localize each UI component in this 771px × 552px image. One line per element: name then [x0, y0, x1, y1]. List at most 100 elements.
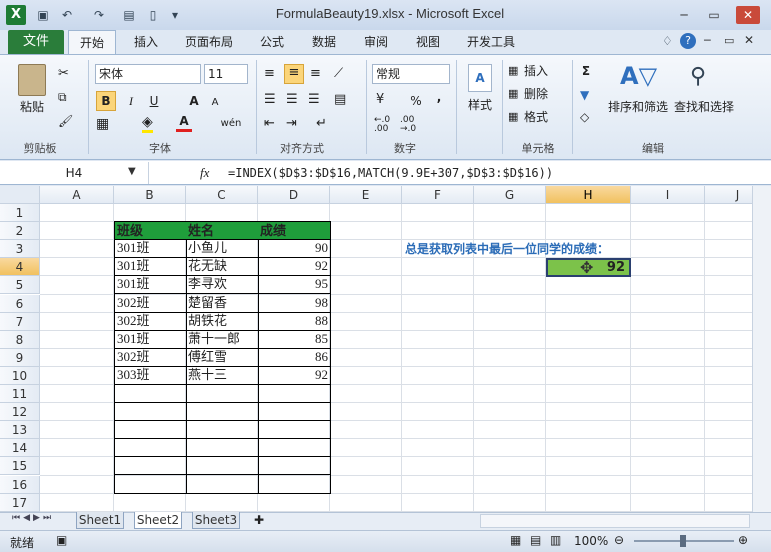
align-bottom-icon[interactable]: ≡	[310, 66, 321, 81]
binoculars-icon[interactable]: ⚲	[690, 64, 706, 89]
cut-icon[interactable]: ✂	[58, 66, 69, 81]
table-cell[interactable]: 92	[258, 257, 331, 277]
delete-button[interactable]: 删除	[524, 85, 554, 103]
row-header-12[interactable]: 12	[0, 403, 40, 422]
row-header-9[interactable]: 9	[0, 348, 40, 367]
ribbon-minimize-icon[interactable]: ♢	[662, 34, 673, 48]
table-cell[interactable]: 303班	[114, 365, 187, 385]
row-header-5[interactable]: 5	[0, 276, 40, 295]
table-cell[interactable]: 85	[258, 329, 331, 349]
tab-data[interactable]: 数据	[302, 30, 346, 54]
merge-center-icon[interactable]: ▤	[334, 92, 346, 107]
row-header-15[interactable]: 15	[0, 457, 40, 476]
tab-developer[interactable]: 开发工具	[458, 30, 524, 54]
column-header-c[interactable]: C	[186, 186, 258, 204]
table-header-cell[interactable]: 成绩	[258, 221, 331, 241]
table-cell[interactable]: 花无缺	[186, 257, 259, 277]
table-cell[interactable]: 萧十一郎	[186, 329, 259, 349]
styles-button[interactable]: 样式	[462, 96, 498, 114]
row-header-8[interactable]: 8	[0, 330, 40, 349]
sort-filter-icon[interactable]: A▽	[620, 62, 657, 90]
fill-icon[interactable]: ▼	[580, 88, 589, 102]
copy-icon[interactable]: ⧉	[58, 90, 67, 105]
vertical-scrollbar[interactable]	[752, 186, 771, 512]
doc-minimize-icon[interactable]: ─	[704, 34, 711, 47]
row-header-1[interactable]: 1	[0, 204, 40, 222]
sheet-tab-2[interactable]: Sheet2	[134, 512, 182, 529]
zoom-out-icon[interactable]: ⊖	[614, 533, 624, 547]
sheet-tab-3[interactable]: Sheet3	[192, 512, 240, 529]
column-header-i[interactable]: I	[631, 186, 705, 204]
tab-review[interactable]: 审阅	[354, 30, 398, 54]
insert-cells-icon[interactable]: ▦	[508, 64, 518, 77]
page-break-view-icon[interactable]: ▥	[550, 533, 561, 547]
doc-restore-icon[interactable]: ▭	[724, 34, 734, 47]
decrease-decimal-icon[interactable]: .00 →.0	[400, 116, 416, 134]
horizontal-scrollbar[interactable]	[480, 514, 750, 528]
column-header-b[interactable]: B	[114, 186, 186, 204]
table-cell[interactable]	[258, 474, 331, 494]
table-cell[interactable]: 86	[258, 347, 331, 367]
tab-formulas[interactable]: 公式	[250, 30, 294, 54]
tab-file[interactable]: 文件	[8, 30, 64, 54]
column-header-d[interactable]: D	[258, 186, 330, 204]
grow-font-button[interactable]: A	[186, 92, 202, 110]
insert-button[interactable]: 插入	[524, 62, 554, 80]
orientation-icon[interactable]: ⟋	[334, 66, 343, 81]
row-header-7[interactable]: 7	[0, 312, 40, 331]
table-cell[interactable]	[114, 420, 187, 440]
styles-icon[interactable]: A	[468, 64, 492, 92]
row-header-10[interactable]: 10	[0, 366, 40, 385]
column-header-a[interactable]: A	[40, 186, 114, 204]
delete-cells-icon[interactable]: ▦	[508, 87, 518, 100]
paste-icon[interactable]	[18, 64, 46, 96]
zoom-in-icon[interactable]: ⊕	[738, 533, 748, 547]
clear-icon[interactable]: ◇	[580, 110, 589, 124]
table-cell[interactable]: 燕十三	[186, 365, 259, 385]
table-cell[interactable]: 98	[258, 293, 331, 313]
sheet-nav-icon[interactable]: ⏮◀▶⏭	[12, 513, 54, 523]
row-header-13[interactable]: 13	[0, 421, 40, 440]
table-cell[interactable]	[114, 456, 187, 476]
select-all-corner[interactable]	[0, 186, 40, 204]
table-cell[interactable]: 90	[258, 239, 331, 259]
table-cell[interactable]	[114, 438, 187, 458]
table-cell[interactable]	[186, 438, 259, 458]
table-cell[interactable]	[114, 474, 187, 494]
comma-button[interactable]: ,	[432, 88, 446, 106]
row-header-14[interactable]: 14	[0, 439, 40, 458]
restore-button[interactable]: ▭	[702, 6, 726, 24]
currency-icon[interactable]: ¥	[376, 92, 384, 107]
table-cell[interactable]: 302班	[114, 311, 187, 331]
new-file-icon[interactable]: ▯	[144, 6, 162, 24]
shrink-font-button[interactable]: A	[208, 94, 222, 112]
normal-view-icon[interactable]: ▦	[510, 533, 521, 547]
tab-insert[interactable]: 插入	[124, 30, 168, 54]
table-cell[interactable]	[114, 384, 187, 404]
formula-input[interactable]: =INDEX($D$3:$D$16,MATCH(9.9E+307,$D$3:$D…	[228, 164, 553, 182]
italic-button[interactable]: I	[122, 92, 140, 110]
table-cell[interactable]	[258, 420, 331, 440]
table-cell[interactable]: 95	[258, 275, 331, 295]
sheet-tab-1[interactable]: Sheet1	[76, 512, 124, 529]
table-cell[interactable]: 301班	[114, 329, 187, 349]
increase-indent-icon[interactable]: ⇥	[286, 116, 297, 131]
align-middle-icon[interactable]: ≡	[284, 64, 304, 84]
table-cell[interactable]: 302班	[114, 293, 187, 313]
tab-home[interactable]: 开始	[68, 30, 116, 54]
zoom-slider-thumb[interactable]	[680, 535, 686, 547]
minimize-button[interactable]: ─	[672, 6, 696, 24]
wrap-text-icon[interactable]: ↵	[316, 116, 327, 131]
font-color-button[interactable]: A	[176, 114, 192, 132]
table-cell[interactable]: 李寻欢	[186, 275, 259, 295]
autosum-button[interactable]: Σ	[578, 62, 594, 80]
column-header-g[interactable]: G	[474, 186, 546, 204]
doc-close-icon[interactable]: ✕	[744, 33, 754, 47]
row-header-3[interactable]: 3	[0, 240, 40, 259]
font-size-combo[interactable]: 11	[204, 64, 248, 84]
row-header-11[interactable]: 11	[0, 385, 40, 403]
table-cell[interactable]: 小鱼儿	[186, 239, 259, 259]
format-cells-icon[interactable]: ▦	[508, 110, 518, 123]
increase-decimal-icon[interactable]: ←.0.00	[374, 116, 390, 134]
tab-view[interactable]: 视图	[406, 30, 450, 54]
